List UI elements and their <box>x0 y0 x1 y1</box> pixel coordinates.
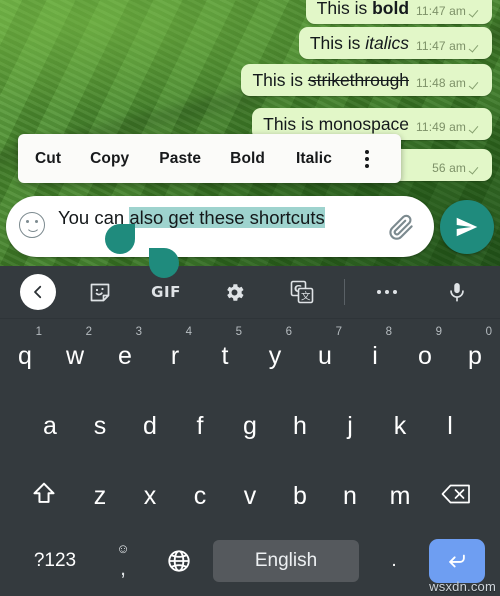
comma-glyph: , <box>120 557 126 580</box>
site-watermark: wsxdn.com <box>429 579 496 594</box>
key-k[interactable]: k <box>375 389 425 459</box>
key-p[interactable]: 0p <box>450 319 500 389</box>
key-g[interactable]: g <box>225 389 275 459</box>
key-m[interactable]: m <box>375 459 425 529</box>
space-key[interactable]: English <box>213 540 359 582</box>
message-meta: 56 am <box>432 161 483 176</box>
message-input-bar[interactable]: You can also get these shortcuts <box>6 196 434 257</box>
overflow-menu-icon[interactable] <box>364 149 369 168</box>
key-b[interactable]: b <box>275 459 325 529</box>
key-y[interactable]: 6y <box>250 319 300 389</box>
key-j[interactable]: j <box>325 389 375 459</box>
keyboard-row-3: z x c v b n m <box>0 459 500 529</box>
chevron-left-icon[interactable] <box>20 274 56 310</box>
message-timestamp: 11:47 am <box>416 4 466 18</box>
key-u[interactable]: 7u <box>300 319 350 389</box>
sent-check-icon <box>470 41 483 52</box>
keyboard-row-4: ?123 ☺ , English . <box>0 529 500 593</box>
key-n[interactable]: n <box>325 459 375 529</box>
message-timestamp: 56 am <box>432 161 466 175</box>
whatsapp-chat-screen: This is bold 11:47 am This is italics 11… <box>0 0 500 596</box>
paperclip-icon[interactable] <box>386 212 416 242</box>
key-f[interactable]: f <box>175 389 225 459</box>
key-v[interactable]: v <box>225 459 275 529</box>
sticker-icon[interactable] <box>80 272 120 312</box>
key-x[interactable]: x <box>125 459 175 529</box>
message-text: This is italics <box>309 33 410 53</box>
message-text: This is monospace <box>263 114 410 134</box>
message-timestamp: 11:48 am <box>416 76 466 90</box>
message-text: This is bold <box>316 0 410 18</box>
toolbar-divider <box>344 279 345 305</box>
key-l[interactable]: l <box>425 389 475 459</box>
input-text-selected: also get these shortcuts <box>129 207 325 228</box>
svg-text:文: 文 <box>301 291 311 303</box>
comma-key[interactable]: ☺ , <box>95 529 151 593</box>
message-meta: 11:47 am <box>416 4 483 19</box>
send-button[interactable] <box>440 200 494 254</box>
selection-handle-start[interactable] <box>105 224 135 254</box>
on-screen-keyboard: GIF G 文 <box>0 266 500 596</box>
key-i[interactable]: 8i <box>350 319 400 389</box>
key-c[interactable]: c <box>175 459 225 529</box>
globe-icon[interactable] <box>151 529 207 593</box>
key-o[interactable]: 9o <box>400 319 450 389</box>
period-key[interactable]: . <box>365 529 423 593</box>
keyboard-row-2: a s d f g h j k l <box>0 389 500 459</box>
key-r[interactable]: 4r <box>150 319 200 389</box>
microphone-icon[interactable] <box>437 272 477 312</box>
italic-button[interactable]: Italic <box>296 150 332 168</box>
key-d[interactable]: d <box>125 389 175 459</box>
keyboard-row-1: 1q 2w 3e 4r 5t 6y 7u 8i 9o 0p <box>0 319 500 389</box>
message-text: This is strikethrough <box>252 70 410 90</box>
key-w[interactable]: 2w <box>50 319 100 389</box>
text-selection-context-menu: Cut Copy Paste Bold Italic <box>18 134 401 183</box>
keyboard-toolbar: GIF G 文 <box>0 266 500 319</box>
more-horizontal-icon[interactable] <box>367 272 407 312</box>
message-bubble[interactable]: This is strikethrough 11:48 am <box>241 64 492 96</box>
google-translate-icon[interactable]: G 文 <box>282 272 322 312</box>
bold-button[interactable]: Bold <box>230 150 265 168</box>
paste-button[interactable]: Paste <box>159 150 201 168</box>
key-z[interactable]: z <box>75 459 125 529</box>
sent-check-icon <box>470 163 483 174</box>
copy-button[interactable]: Copy <box>90 150 129 168</box>
message-meta: 11:47 am <box>416 39 483 54</box>
message-bubble[interactable]: This is italics 11:47 am <box>298 27 492 59</box>
message-input-field[interactable]: You can also get these shortcuts <box>58 202 388 233</box>
selection-handle-end[interactable] <box>149 248 179 278</box>
message-timestamp: 11:47 am <box>416 39 466 53</box>
key-t[interactable]: 5t <box>200 319 250 389</box>
gif-button[interactable]: GIF <box>146 272 186 312</box>
emoji-glyph: ☺ <box>116 541 130 556</box>
key-s[interactable]: s <box>75 389 125 459</box>
enter-key[interactable] <box>429 539 485 583</box>
shift-icon[interactable] <box>13 459 75 529</box>
cut-button[interactable]: Cut <box>35 150 61 168</box>
sent-check-icon <box>470 78 483 89</box>
key-a[interactable]: a <box>25 389 75 459</box>
message-bubble[interactable]: This is bold 11:47 am <box>305 0 492 24</box>
sent-check-icon <box>470 6 483 17</box>
key-h[interactable]: h <box>275 389 325 459</box>
sent-check-icon <box>470 122 483 133</box>
backspace-icon[interactable] <box>425 459 487 529</box>
smiley-icon[interactable] <box>19 212 47 240</box>
gear-icon[interactable] <box>214 272 254 312</box>
message-meta: 11:48 am <box>416 76 483 91</box>
message-timestamp: 11:49 am <box>416 120 466 134</box>
symbols-key[interactable]: ?123 <box>15 529 95 593</box>
key-q[interactable]: 1q <box>0 319 50 389</box>
key-e[interactable]: 3e <box>100 319 150 389</box>
message-meta: 11:49 am <box>416 120 483 135</box>
